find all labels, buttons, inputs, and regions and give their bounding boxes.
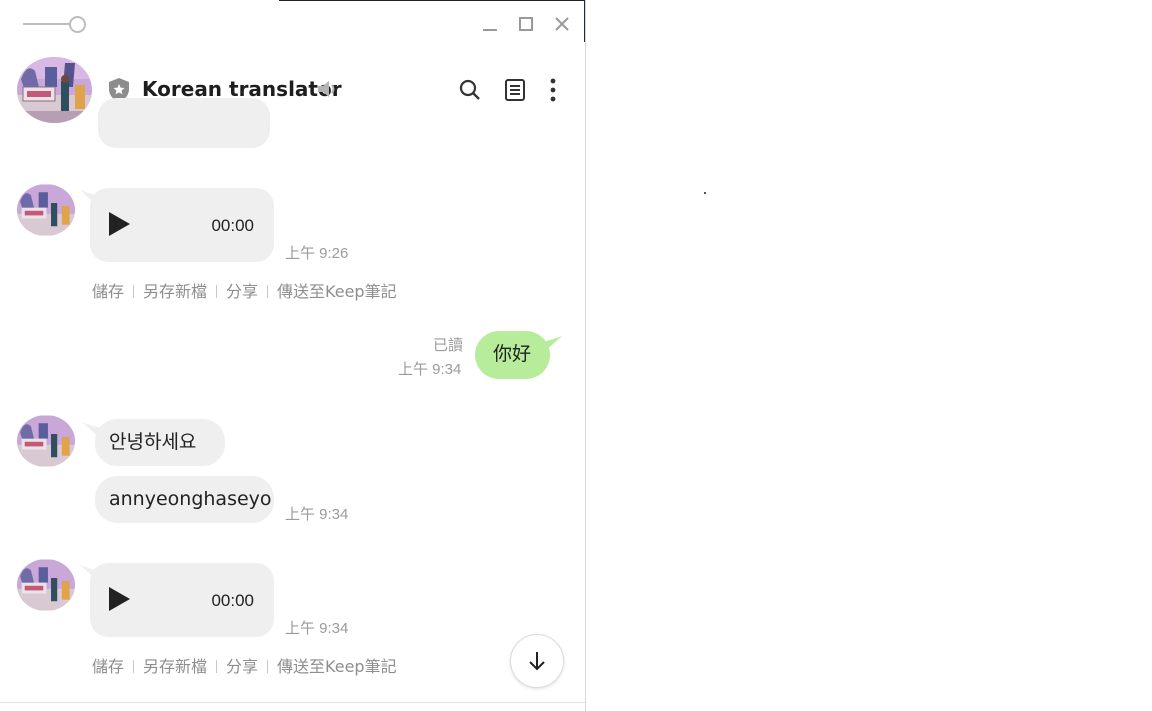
voice-message[interactable]: 00:00 (90, 188, 274, 262)
more-vertical-icon (550, 78, 556, 102)
sender-avatar[interactable] (17, 415, 75, 467)
received-message-bubble[interactable]: annyeonghaseyo (95, 476, 274, 523)
divider (216, 660, 218, 673)
input-area-divider (0, 702, 585, 703)
voice-duration: 00:00 (211, 216, 254, 235)
search-icon (459, 79, 480, 100)
received-message-bubble[interactable]: 안녕하세요 (95, 419, 225, 466)
avatar-image (17, 184, 75, 236)
voice-actions: 儲存 另存新檔 分享 傳送至Keep筆記 (92, 653, 397, 677)
desktop-speck (704, 192, 706, 194)
sender-avatar[interactable] (17, 559, 75, 611)
previous-message-bubble (98, 98, 270, 148)
close-button[interactable] (550, 12, 574, 36)
message-time: 上午 9:26 (285, 245, 349, 262)
message-text: 你好 (493, 343, 532, 365)
voice-actions: 儲存 另存新檔 分享 傳送至Keep筆記 (92, 278, 397, 302)
save-link[interactable]: 儲存 (92, 657, 124, 676)
notes-icon (505, 79, 525, 101)
play-icon[interactable] (109, 587, 130, 611)
search-button[interactable] (457, 77, 483, 103)
voice-message[interactable]: 00:00 (90, 563, 274, 637)
slider-knob[interactable] (69, 16, 86, 33)
send-to-keep-link[interactable]: 傳送至Keep筆記 (277, 282, 397, 301)
avatar-image (17, 57, 92, 123)
save-link[interactable]: 儲存 (92, 282, 124, 301)
message-text: 안녕하세요 (109, 431, 197, 453)
chat-window: Korean translator 00:00 上午 9:26 儲存 另存新檔 … (0, 0, 586, 711)
speaker-icon (316, 79, 338, 99)
notes-button[interactable] (502, 77, 528, 103)
divider (133, 660, 135, 673)
send-to-keep-link[interactable]: 傳送至Keep筆記 (277, 657, 397, 676)
sent-message-bubble[interactable]: 你好 (475, 331, 550, 379)
message-time: 上午 9:34 (285, 506, 349, 523)
read-receipt: 已讀 (433, 337, 464, 354)
avatar-image (17, 415, 75, 467)
more-options-button[interactable] (540, 77, 566, 103)
maximize-button[interactable] (514, 12, 538, 36)
close-icon (555, 17, 569, 31)
play-icon[interactable] (109, 212, 130, 236)
message-time: 上午 9:34 (285, 620, 349, 637)
maximize-icon (519, 17, 533, 31)
message-text: annyeonghaseyo (109, 488, 272, 510)
message-time: 上午 9:34 (398, 361, 462, 378)
avatar-image (17, 559, 75, 611)
minimize-icon (483, 29, 497, 31)
voice-duration: 00:00 (211, 591, 254, 610)
scroll-to-bottom-button[interactable] (510, 634, 564, 688)
opacity-slider[interactable] (23, 15, 87, 33)
chat-header: Korean translator (0, 52, 585, 128)
arrow-down-icon (529, 652, 545, 671)
chat-avatar[interactable] (17, 57, 92, 123)
share-link[interactable]: 分享 (226, 657, 258, 676)
divider (267, 285, 269, 298)
title-bar (0, 0, 585, 48)
divider (133, 285, 135, 298)
message-list[interactable]: 00:00 上午 9:26 儲存 另存新檔 分享 傳送至Keep筆記 已讀 上午 9:… (0, 98, 585, 711)
share-link[interactable]: 分享 (226, 282, 258, 301)
save-as-link[interactable]: 另存新檔 (143, 282, 207, 301)
sender-avatar[interactable] (17, 184, 75, 236)
minimize-button[interactable] (478, 12, 502, 36)
save-as-link[interactable]: 另存新檔 (143, 657, 207, 676)
divider (267, 660, 269, 673)
divider (216, 285, 218, 298)
